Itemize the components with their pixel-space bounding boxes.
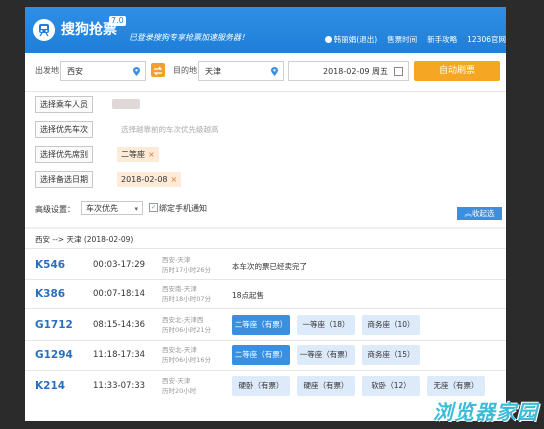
date-tag: 2018-02-08 ×: [117, 172, 182, 187]
watermark: 浏览器家园: [433, 400, 538, 424]
train-logo-icon: [33, 19, 55, 41]
to-value: 天津: [205, 67, 221, 76]
nav-guide[interactable]: 新手攻略: [427, 34, 457, 45]
duration-text: 历时17小时26分: [162, 266, 212, 274]
seat-option[interactable]: 二等座（有票）: [232, 345, 290, 365]
stations-text: 西安-天津: [162, 377, 191, 385]
duration-text: 历时06小时16分: [162, 356, 212, 364]
location-pin-icon: [271, 67, 278, 76]
collapse-button[interactable]: ︽收起选: [457, 207, 502, 220]
duration-text: 历时06小时21分: [162, 326, 212, 334]
priority-select[interactable]: 车次优先 ▾: [81, 201, 143, 215]
seat-tag: 二等座 ×: [117, 147, 159, 162]
app-window: 搜狗抢票 7.0 已登录搜狗专享抢票加速服务器！ 韩丽娟(退出) 售票时间 新手…: [25, 7, 506, 421]
seat-option[interactable]: 无座（有票）: [427, 376, 485, 396]
user-logout-link[interactable]: 韩丽娟(退出): [324, 34, 378, 45]
to-label: 目的地: [173, 66, 197, 75]
select-date-button[interactable]: 选择备选日期: [35, 171, 93, 188]
seat-option[interactable]: 软卧（12）: [362, 376, 420, 396]
select-train-button[interactable]: 选择优先车次: [35, 121, 93, 138]
date-value: 2018-02-09 周五: [323, 67, 389, 76]
train-number: G1294: [35, 349, 73, 361]
stations-text: 西安-天津: [162, 256, 191, 264]
remove-date-icon[interactable]: ×: [171, 175, 178, 184]
train-row[interactable]: G1294 11:18-17:34 西安北-天津历时06小时16分 二等座（有票…: [25, 343, 506, 369]
train-row[interactable]: G1712 08:15-14:36 西安北-天津西 历时06小时21分 二等座（有…: [25, 313, 506, 339]
calendar-icon: [394, 67, 403, 76]
train-stations: 西安北-天津西 历时06小时21分: [162, 315, 211, 335]
train-stations: 西安-天津历时20小时: [162, 376, 196, 396]
train-stations: 西安南-天津历时18小时07分: [162, 284, 211, 304]
row-divider: [25, 340, 506, 341]
search-row: 出发地 西安 目的地 天津 2018-02-09 周五 自动刷票: [25, 59, 506, 83]
from-value: 西安: [67, 67, 83, 76]
nav-12306[interactable]: 12306官网: [467, 34, 506, 45]
select-passenger-button[interactable]: 选择乘车人员: [35, 96, 93, 113]
route-divider: [25, 248, 506, 249]
seat-option[interactable]: 硬座（有票）: [297, 376, 355, 396]
notify-label: 绑定手机通知: [159, 204, 207, 213]
stations-text: 西安北-天津: [162, 346, 197, 354]
nav-sale-time[interactable]: 售票时间: [387, 34, 417, 45]
train-number: K546: [35, 259, 66, 271]
seat-option[interactable]: 二等座（有票）: [232, 315, 290, 335]
duration-text: 历时20小时: [162, 387, 197, 395]
row-divider: [25, 279, 506, 280]
seat-option[interactable]: 硬卧（有票）: [232, 376, 290, 396]
train-stations: 西安北-天津历时06小时16分: [162, 345, 211, 365]
stations-text: 西安北-天津西: [162, 316, 204, 324]
to-input[interactable]: 天津: [198, 61, 284, 81]
row-divider: [25, 308, 506, 309]
advanced-settings-label: 高级设置：: [35, 205, 75, 214]
chevron-up-icon: ︽: [464, 209, 473, 218]
from-label: 出发地: [35, 66, 59, 75]
version-badge: 7.0: [109, 16, 126, 26]
location-pin-icon: [133, 67, 140, 76]
seat-option[interactable]: 一等座（有票）: [297, 345, 355, 365]
from-input[interactable]: 西安: [60, 61, 146, 81]
train-note: 18点起售: [232, 291, 265, 300]
form-divider: [25, 91, 506, 92]
train-row[interactable]: K546 00:03-17:29 西安-天津历时17小时26分 本车次的票已经卖…: [25, 253, 506, 279]
seat-option[interactable]: 商务座（15）: [362, 345, 420, 365]
train-time: 00:03-17:29: [93, 260, 146, 270]
header-nav: 韩丽娟(退出) 售票时间 新手攻略 12306官网: [324, 34, 506, 45]
notify-checkbox[interactable]: ✓: [149, 203, 158, 212]
train-priority-hint: 选择越靠前的车次优先级越高: [121, 125, 219, 134]
remove-seat-icon[interactable]: ×: [148, 150, 155, 159]
train-time: 11:18-17:34: [93, 350, 146, 360]
train-row[interactable]: K386 00:07-18:14 西安南-天津历时18小时07分 18点起售: [25, 282, 506, 308]
seat-tag-label: 二等座: [121, 150, 145, 159]
screenshot-frame: 搜狗抢票 7.0 已登录搜狗专享抢票加速服务器！ 韩丽娟(退出) 售票时间 新手…: [0, 0, 544, 429]
train-note: 本车次的票已经卖完了: [232, 262, 307, 271]
user-label: 韩丽娟(退出): [333, 35, 378, 44]
train-time: 00:07-18:14: [93, 289, 146, 299]
row-divider: [25, 370, 506, 371]
priority-select-value: 车次优先: [86, 204, 118, 213]
user-icon: [324, 36, 332, 43]
date-input[interactable]: 2018-02-09 周五: [288, 61, 409, 81]
train-stations: 西安-天津历时17小时26分: [162, 255, 211, 275]
auto-refresh-button[interactable]: 自动刷票: [414, 61, 500, 81]
search-form: 出发地 西安 目的地 天津 2018-02-09 周五 自动刷票 选择乘车人员 …: [25, 53, 506, 229]
app-header: 搜狗抢票 7.0 已登录搜狗专享抢票加速服务器！ 韩丽娟(退出) 售票时间 新手…: [25, 7, 506, 53]
swap-stations-icon[interactable]: [151, 63, 165, 77]
date-tag-label: 2018-02-08: [121, 175, 168, 184]
results-panel: 西安 --> 天津 (2018-02-09) K546 00:03-17:29 …: [25, 229, 506, 421]
login-slogan: 已登录搜狗专享抢票加速服务器！: [129, 33, 249, 42]
train-number: G1712: [35, 319, 73, 331]
stations-text: 西安南-天津: [162, 285, 197, 293]
train-number: K386: [35, 288, 66, 300]
train-number: K214: [35, 380, 66, 392]
chevron-down-icon: ▾: [134, 205, 138, 213]
collapse-label: 收起选: [472, 209, 495, 218]
route-heading: 西安 --> 天津 (2018-02-09): [35, 235, 134, 244]
select-seat-button[interactable]: 选择优先席别: [35, 146, 93, 163]
seat-option[interactable]: 一等座（18）: [297, 315, 355, 335]
train-time: 11:33-07:33: [93, 381, 146, 391]
duration-text: 历时18小时07分: [162, 295, 212, 303]
passenger-name-redacted: [112, 99, 140, 109]
seat-option[interactable]: 商务座（10）: [362, 315, 420, 335]
train-time: 08:15-14:36: [93, 320, 146, 330]
